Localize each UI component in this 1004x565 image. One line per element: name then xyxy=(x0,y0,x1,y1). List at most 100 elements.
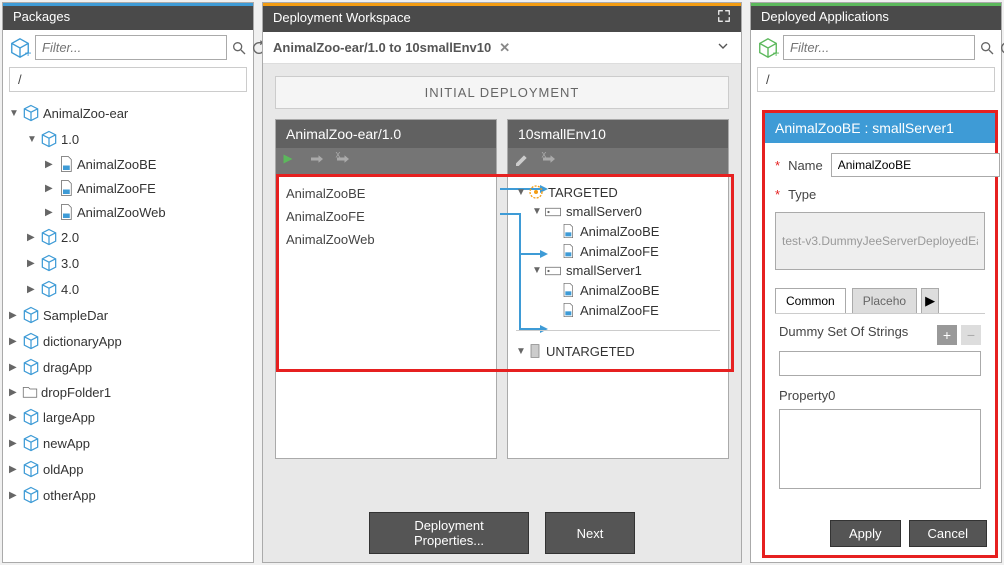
file-icon xyxy=(560,223,576,239)
tree-item[interactable]: ▶dictionaryApp xyxy=(5,328,251,354)
required-icon: * xyxy=(775,158,780,173)
expand-arrow-icon[interactable]: ▶ xyxy=(9,464,21,475)
arrow-cross-icon[interactable]: x xyxy=(540,152,560,170)
collapse-arrow-icon[interactable]: ▼ xyxy=(532,265,544,276)
tab-more-icon[interactable]: ▶ xyxy=(921,288,939,314)
file-icon xyxy=(57,155,75,173)
name-input[interactable] xyxy=(831,153,1000,177)
workspace-tab[interactable]: AnimalZoo-ear/1.0 to 10smallEnv10 ✕ xyxy=(273,40,510,56)
next-button[interactable]: Next xyxy=(545,512,635,554)
chevron-down-icon[interactable] xyxy=(715,38,731,57)
tree-item-version[interactable]: ▼ 1.0 xyxy=(5,126,251,152)
cube-icon xyxy=(21,305,41,325)
search-icon[interactable] xyxy=(979,37,995,59)
add-button[interactable]: + xyxy=(937,325,957,345)
expand-arrow-icon[interactable]: ▶ xyxy=(45,207,57,218)
deployed-item[interactable]: AnimalZooBE xyxy=(516,221,720,241)
deployed-item[interactable]: AnimalZooBE xyxy=(516,280,720,300)
collapse-arrow-icon[interactable]: ▼ xyxy=(516,346,528,357)
collapse-arrow-icon[interactable]: ▼ xyxy=(27,134,39,145)
source-item-selected[interactable]: AnimalZooWeb xyxy=(284,228,488,251)
packages-filter-input[interactable] xyxy=(35,35,227,60)
deployed-path[interactable]: / xyxy=(757,67,995,92)
tree-item[interactable]: ▶dragApp xyxy=(5,354,251,380)
packages-path[interactable]: / xyxy=(9,67,247,92)
detail-popup: AnimalZooBE : smallServer1 * Name * Type… xyxy=(762,110,998,558)
expand-arrow-icon[interactable]: ▶ xyxy=(9,438,21,449)
deployed-item[interactable]: AnimalZooFE xyxy=(516,300,720,320)
server-icon xyxy=(544,206,562,218)
close-tab-icon[interactable]: ✕ xyxy=(499,40,510,56)
deployed-item[interactable]: AnimalZooFE xyxy=(516,241,720,261)
cube-icon xyxy=(39,253,59,273)
cube-icon xyxy=(39,227,59,247)
maximize-icon[interactable] xyxy=(717,9,731,26)
source-item[interactable]: AnimalZooBE xyxy=(284,182,488,205)
detail-header: AnimalZooBE : smallServer1 xyxy=(765,113,995,143)
tree-item[interactable]: ▶ AnimalZooFE xyxy=(5,176,251,200)
expand-arrow-icon[interactable]: ▶ xyxy=(9,387,21,398)
package-add-icon[interactable]: + xyxy=(757,36,779,60)
expand-arrow-icon[interactable]: ▶ xyxy=(27,232,39,243)
tree-item[interactable]: ▶ AnimalZooWeb xyxy=(5,200,251,224)
tree-item[interactable]: ▶otherApp xyxy=(5,482,251,508)
expand-arrow-icon[interactable]: ▶ xyxy=(45,159,57,170)
deploy-arrow-icon[interactable] xyxy=(282,152,302,170)
expand-arrow-icon[interactable]: ▶ xyxy=(27,258,39,269)
arrow-right-icon[interactable] xyxy=(308,152,328,170)
deployed-title: Deployed Applications xyxy=(761,9,889,24)
tree-item[interactable]: ▶oldApp xyxy=(5,456,251,482)
tree-item[interactable]: ▶newApp xyxy=(5,430,251,456)
source-content: AnimalZooBE AnimalZooFE AnimalZooWeb xyxy=(276,174,496,458)
tree-item[interactable]: ▶dropFolder1 xyxy=(5,380,251,404)
tab-common[interactable]: Common xyxy=(775,288,846,314)
packages-tree: ▼ AnimalZoo-ear ▼ 1.0 ▶ AnimalZooBE ▶ An… xyxy=(3,96,253,562)
edit-icon[interactable] xyxy=(514,152,534,170)
type-field-row: * Type xyxy=(775,187,985,202)
plus-minus-controls: + − xyxy=(937,325,981,345)
apply-button[interactable]: Apply xyxy=(830,520,901,547)
collapse-arrow-icon[interactable]: ▼ xyxy=(9,108,21,119)
tree-item-version[interactable]: ▶4.0 xyxy=(5,276,251,302)
expand-arrow-icon[interactable]: ▶ xyxy=(9,490,21,501)
accent-bar xyxy=(263,3,741,6)
dummy-strings-input[interactable] xyxy=(779,351,981,376)
tree-item-version[interactable]: ▶2.0 xyxy=(5,224,251,250)
tree-item-root[interactable]: ▼ AnimalZoo-ear xyxy=(5,100,251,126)
package-add-icon[interactable]: + xyxy=(9,36,31,60)
tab-placeholders[interactable]: Placeho xyxy=(852,288,917,314)
expand-arrow-icon[interactable]: ▶ xyxy=(27,284,39,295)
expand-arrow-icon[interactable]: ▶ xyxy=(9,412,21,423)
source-header: AnimalZoo-ear/1.0 xyxy=(276,120,496,148)
server-node[interactable]: ▼smallServer1 xyxy=(516,261,720,280)
server-node[interactable]: ▼smallServer0 xyxy=(516,202,720,221)
expand-arrow-icon[interactable]: ▶ xyxy=(9,336,21,347)
untargeted-group[interactable]: ▼ UNTARGETED xyxy=(516,341,720,361)
expand-arrow-icon[interactable]: ▶ xyxy=(45,183,57,194)
properties-area: Dummy Set Of Strings + − Property0 xyxy=(775,313,985,502)
file-icon xyxy=(560,243,576,259)
tree-item[interactable]: ▶SampleDar xyxy=(5,302,251,328)
collapse-arrow-icon[interactable]: ▼ xyxy=(516,187,528,198)
deployed-filter-input[interactable] xyxy=(783,35,975,60)
untargeted-icon xyxy=(528,343,542,359)
deployment-section-title: INITIAL DEPLOYMENT xyxy=(275,76,729,109)
collapse-arrow-icon[interactable]: ▼ xyxy=(532,206,544,217)
expand-arrow-icon[interactable]: ▶ xyxy=(9,362,21,373)
tree-item[interactable]: ▶largeApp xyxy=(5,404,251,430)
tree-item[interactable]: ▶ AnimalZooBE xyxy=(5,152,251,176)
expand-arrow-icon[interactable]: ▶ xyxy=(9,310,21,321)
target-header: 10smallEnv10 xyxy=(508,120,728,148)
arrow-cross-icon[interactable]: x xyxy=(334,152,354,170)
cube-icon xyxy=(39,279,59,299)
deployed-filter-row: + xyxy=(751,30,1001,65)
tree-item-version[interactable]: ▶3.0 xyxy=(5,250,251,276)
name-field-row: * Name xyxy=(775,153,985,177)
property0-textarea[interactable] xyxy=(779,409,981,489)
deployment-properties-button[interactable]: Deployment Properties... xyxy=(369,512,529,554)
search-icon[interactable] xyxy=(231,37,247,59)
source-item[interactable]: AnimalZooFE xyxy=(284,205,488,228)
targeted-group[interactable]: ▼ TARGETED xyxy=(516,182,720,202)
refresh-icon[interactable] xyxy=(999,37,1004,59)
cancel-button[interactable]: Cancel xyxy=(909,520,987,547)
